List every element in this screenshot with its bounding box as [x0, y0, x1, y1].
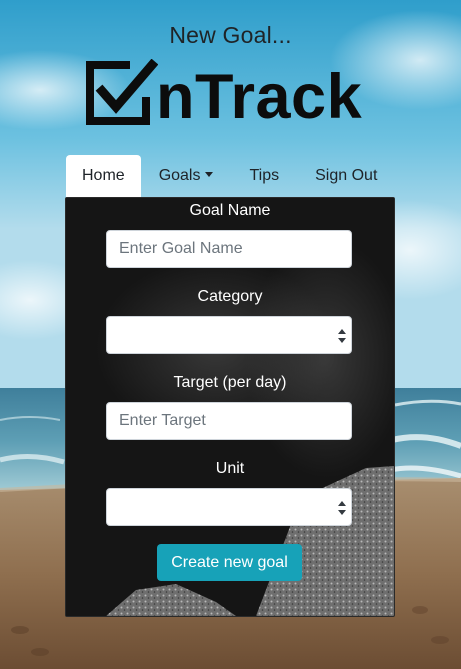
nav-item-label: Home	[82, 167, 125, 184]
new-goal-card: Goal Name Category Target (per day) Unit	[65, 197, 395, 617]
checkbox-check-icon	[86, 59, 158, 125]
nav-item-label: Tips	[249, 167, 280, 184]
target-label: Target (per day)	[173, 374, 287, 391]
nav-item-label: Sign Out	[315, 167, 378, 184]
page-heading: New Goal...	[169, 22, 292, 48]
ontrack-logo: nTrack	[84, 58, 380, 130]
nav-item-label: Goals	[158, 167, 201, 184]
goal-name-label: Goal Name	[189, 202, 271, 219]
unit-select[interactable]	[106, 488, 352, 526]
unit-label: Unit	[215, 460, 245, 477]
main-nav: Home Goals Tips Sign Out	[66, 155, 395, 197]
nav-item-home[interactable]: Home	[66, 155, 141, 197]
nav-item-goals[interactable]: Goals	[141, 155, 232, 197]
select-arrows-icon	[338, 329, 346, 343]
caret-down-icon	[205, 171, 214, 177]
category-label: Category	[197, 288, 263, 305]
nav-item-sign-out[interactable]: Sign Out	[297, 155, 395, 197]
goal-name-input[interactable]	[106, 230, 352, 268]
new-goal-form: Goal Name Category Target (per day) Unit	[66, 198, 394, 616]
select-arrows-icon	[338, 501, 346, 515]
target-input[interactable]	[106, 402, 352, 440]
logo-text: nTrack	[156, 61, 363, 132]
nav-item-tips[interactable]: Tips	[231, 155, 297, 197]
create-goal-button[interactable]: Create new goal	[157, 544, 302, 581]
category-select[interactable]	[106, 316, 352, 354]
